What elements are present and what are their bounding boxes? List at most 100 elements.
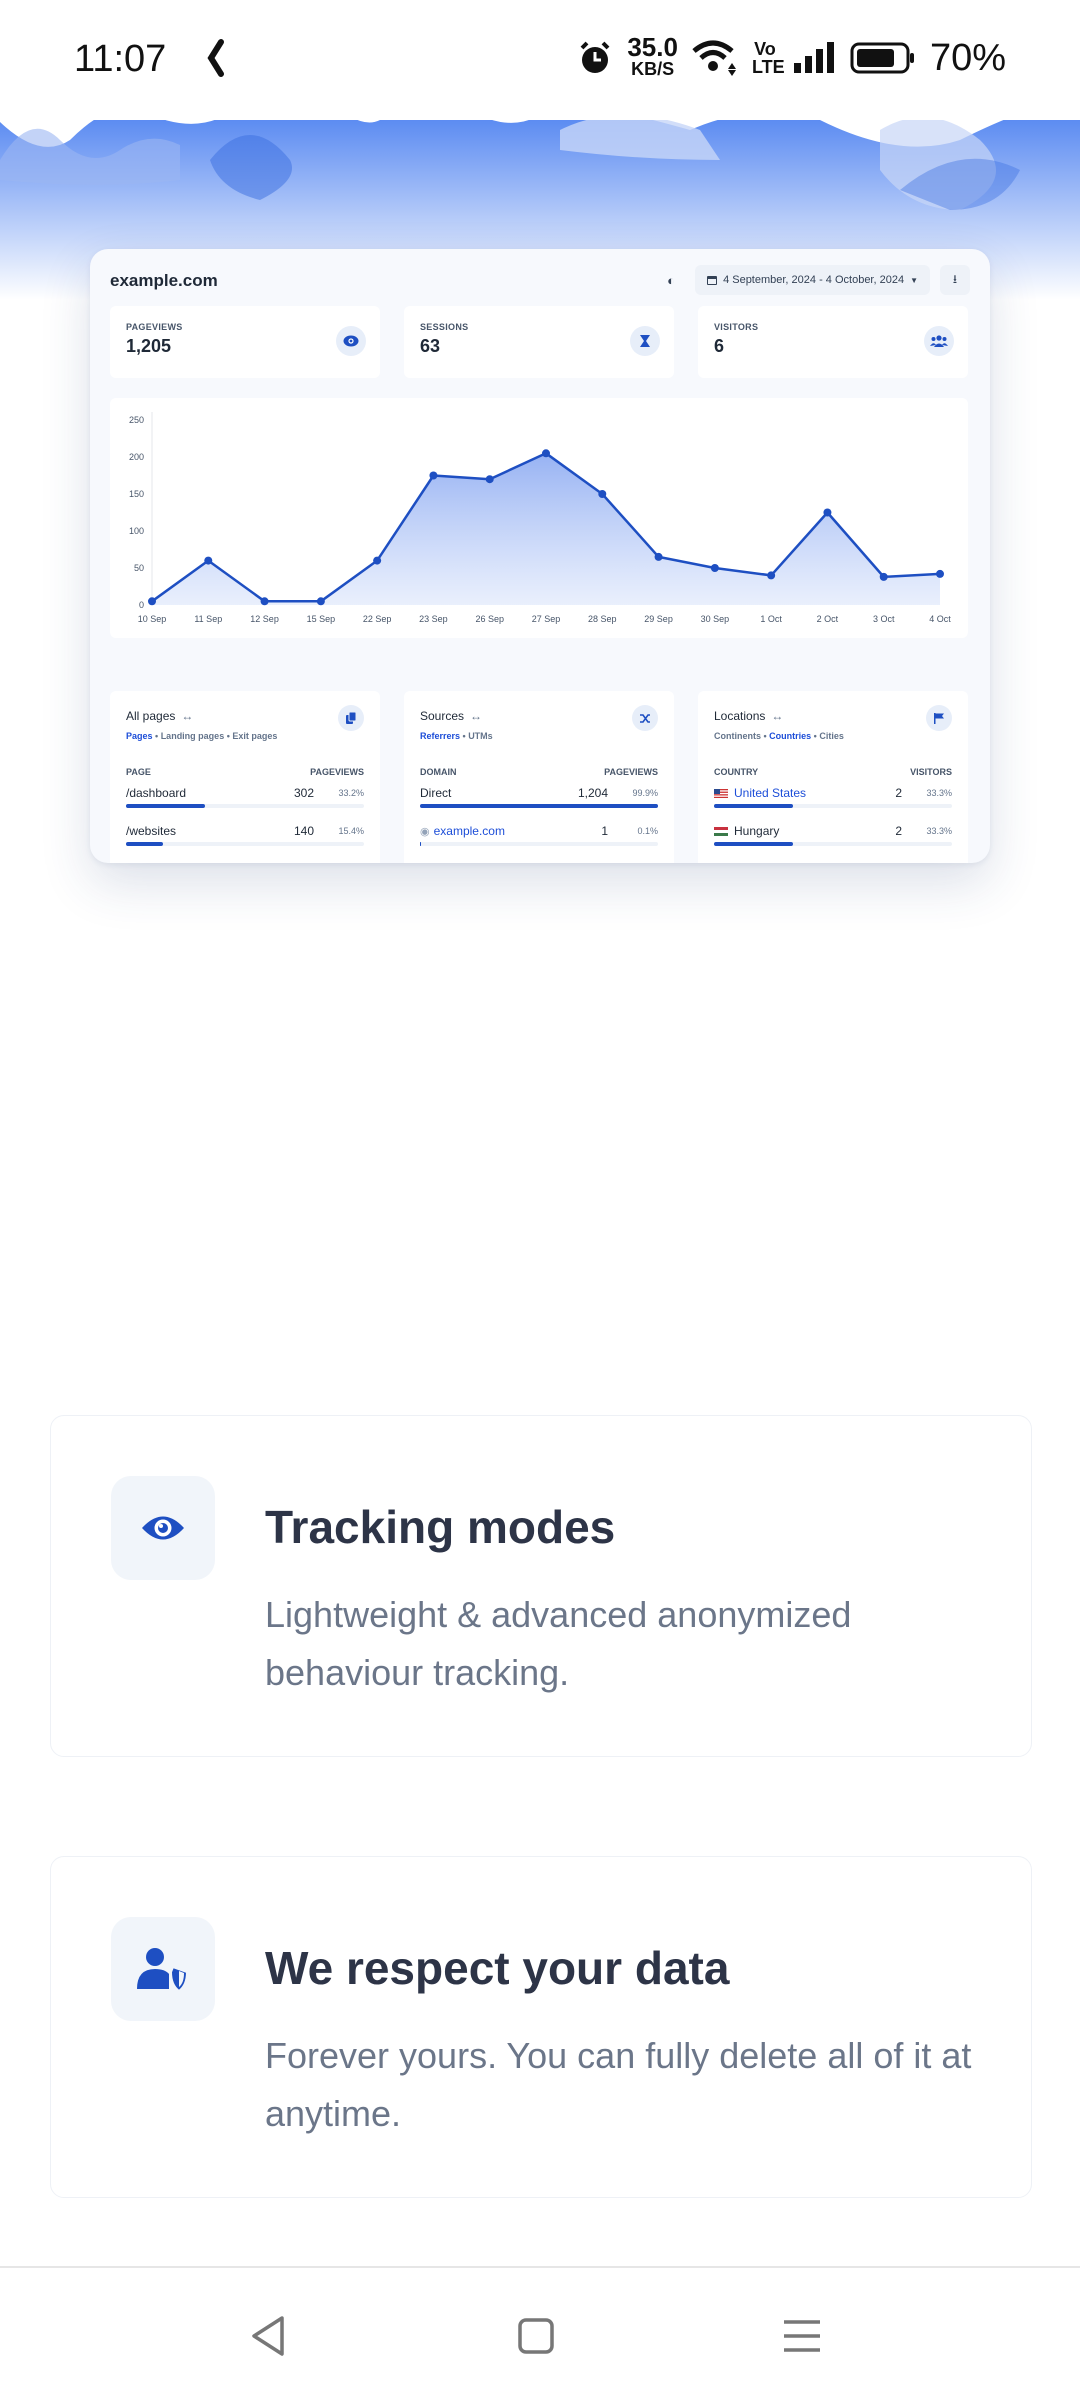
panel-locations: Locations↔ Continents • Countries • Citi… (698, 691, 968, 863)
recents-menu-icon[interactable] (774, 2308, 830, 2364)
data-point (486, 475, 494, 483)
expand-arrows-icon: ↔ (470, 709, 482, 723)
copy-icon[interactable] (338, 705, 364, 731)
panel-title[interactable]: Locations↔ (714, 709, 783, 723)
data-point (598, 490, 606, 498)
tab-countries[interactable]: Countries (769, 731, 811, 741)
stat-label: PAGEVIEWS (126, 322, 183, 332)
data-point (148, 597, 156, 605)
data-point (767, 571, 775, 579)
tab-landing-pages[interactable]: Landing pages (161, 731, 225, 741)
site-domain: example.com (110, 271, 218, 291)
users-icon (924, 326, 954, 356)
data-point (936, 570, 944, 578)
user-shield-icon (111, 1917, 215, 2021)
status-bar: 11:07 35.0KB/S Vo LTE 70% (0, 0, 1080, 120)
data-point (429, 472, 437, 480)
y-tick-label: 50 (134, 563, 144, 573)
data-point (261, 597, 269, 605)
column-headers: PAGEPAGEVIEWS (126, 767, 364, 777)
x-tick-label: 11 Sep (194, 614, 222, 624)
feature-card-tracking: Tracking modes Lightweight & advanced an… (50, 1415, 1032, 1757)
column-headers: DOMAINPAGEVIEWS (420, 767, 658, 777)
panel-all-pages: All pages↔ Pages • Landing pages • Exit … (110, 691, 380, 863)
refresh-icon[interactable]: ◐ (667, 273, 675, 288)
dashboard-preview: example.com ◐ 4 September, 2024 - 4 Octo… (90, 249, 990, 863)
table-row[interactable]: /websites14015.4% (126, 824, 364, 852)
table-row[interactable]: /dashboard30233.2% (126, 786, 364, 814)
feature-description: Lightweight & advanced anonymized behavi… (265, 1586, 985, 1702)
data-point (542, 449, 550, 457)
row-bar-fill (714, 804, 793, 808)
table-row[interactable]: ◉example.com10.1% (420, 824, 658, 852)
expand-arrows-icon: ↔ (181, 709, 193, 723)
tab-pages[interactable]: Pages (126, 731, 153, 741)
us-flag-icon (714, 789, 728, 798)
status-icons: 35.0KB/S Vo LTE 70% (577, 36, 1006, 80)
network-speed: 35.0KB/S (627, 36, 678, 80)
tab-referrers[interactable]: Referrers (420, 731, 460, 741)
home-icon[interactable] (508, 2308, 564, 2364)
system-navigation-bar (0, 2266, 1080, 2402)
download-icon[interactable]: ⭳ (940, 265, 970, 295)
x-tick-label: 12 Sep (250, 614, 279, 624)
feature-description: Forever yours. You can fully delete all … (265, 2027, 985, 2143)
back-icon[interactable] (240, 2308, 296, 2364)
row-bar-fill (126, 842, 163, 846)
x-tick-label: 27 Sep (532, 614, 561, 624)
alarm-icon (577, 40, 613, 76)
date-range-picker[interactable]: 4 September, 2024 - 4 October, 2024 ▼ (695, 265, 930, 295)
x-tick-label: 26 Sep (475, 614, 504, 624)
hungary-flag-icon (714, 827, 728, 836)
row-bar (714, 842, 952, 846)
globe-icon: ◉ (420, 826, 430, 838)
x-tick-label: 23 Sep (419, 614, 448, 624)
x-tick-label: 2 Oct (817, 614, 839, 624)
row-bar-fill (420, 804, 658, 808)
x-tick-label: 29 Sep (644, 614, 673, 624)
x-tick-label: 30 Sep (701, 614, 730, 624)
y-tick-label: 250 (129, 415, 144, 425)
tab-utms[interactable]: UTMs (468, 731, 493, 741)
flag-icon[interactable] (926, 705, 952, 731)
tab-cities[interactable]: Cities (819, 731, 844, 741)
x-tick-label: 3 Oct (873, 614, 895, 624)
table-row[interactable]: Hungary233.3% (714, 824, 952, 852)
tab-continents[interactable]: Continents (714, 731, 761, 741)
caret-down-icon: ▼ (910, 276, 918, 285)
shuffle-icon[interactable] (632, 705, 658, 731)
y-tick-label: 150 (129, 489, 144, 499)
y-tick-label: 100 (129, 526, 144, 536)
data-point (711, 564, 719, 572)
x-tick-label: 1 Oct (760, 614, 782, 624)
series-area (152, 453, 940, 605)
dashboard-header: example.com ◐ 4 September, 2024 - 4 Octo… (110, 265, 970, 299)
signal-icon (792, 41, 836, 75)
stat-label: SESSIONS (420, 322, 468, 332)
data-point (823, 509, 831, 517)
row-bar (420, 804, 658, 808)
data-point (204, 557, 212, 565)
y-tick-label: 200 (129, 452, 144, 462)
column-headers: COUNTRYVISITORS (714, 767, 952, 777)
pageviews-chart: 05010015020025010 Sep11 Sep12 Sep15 Sep2… (110, 398, 968, 638)
battery-icon (850, 41, 916, 75)
expand-arrows-icon: ↔ (771, 709, 783, 723)
status-time: 11:07 (74, 38, 166, 81)
feature-card-privacy: We respect your data Forever yours. You … (50, 1856, 1032, 2198)
row-bar (126, 842, 364, 846)
table-row[interactable]: Direct1,20499.9% (420, 786, 658, 814)
row-bar (420, 842, 658, 846)
stat-card-sessions: SESSIONS 63 (404, 306, 674, 378)
panel-tabs: Pages • Landing pages • Exit pages (126, 731, 277, 741)
table-row[interactable]: United States233.3% (714, 786, 952, 814)
tab-exit-pages[interactable]: Exit pages (232, 731, 277, 741)
feature-title: Tracking modes (265, 1500, 615, 1554)
panel-tabs: Referrers • UTMs (420, 731, 493, 741)
data-point (655, 553, 663, 561)
stat-value: 6 (714, 336, 724, 357)
data-point (317, 597, 325, 605)
panel-title[interactable]: All pages↔ (126, 709, 193, 723)
panel-title[interactable]: Sources↔ (420, 709, 482, 723)
panel-tabs: Continents • Countries • Cities (714, 731, 844, 741)
